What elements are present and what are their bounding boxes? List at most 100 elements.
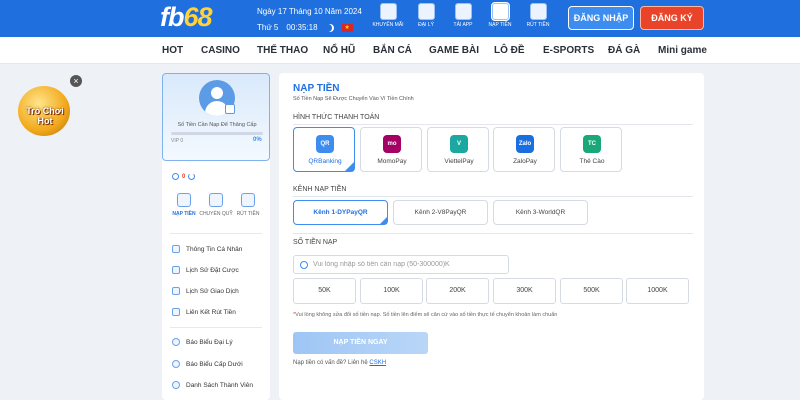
phone-icon [454,3,472,20]
chart-icon [172,360,180,368]
refresh-icon[interactable] [188,173,196,180]
sidebar-item-transaction-history[interactable]: Lịch Sử Giao Dịch [172,287,239,295]
channel-3[interactable]: Kênh 3-WorldQR [493,200,588,225]
close-icon[interactable]: × [70,75,82,87]
divider [170,233,262,234]
coin-icon [172,173,179,180]
help-text: Nạp tiền có vấn đề? Liên hệ CSKH [293,360,387,366]
wallet-icon [491,3,509,20]
nav-cockfighting[interactable]: ĐÁ GÀ [608,45,640,56]
method-scratch-card[interactable]: TC Thẻ Cào [560,127,622,172]
sidebar-item-member-list[interactable]: Danh Sách Thành Viên [172,381,253,389]
balance-value: 0 [182,173,186,180]
sidebar-item-bet-history[interactable]: Lịch Sử Đặt Cược [172,266,239,274]
login-button[interactable]: ĐĂNG NHẬP [568,6,634,30]
nav-esports[interactable]: E-SPORTS [543,45,594,56]
deposit-now-button[interactable]: NẠP TIỀN NGAY [293,332,428,354]
page-title: NẠP TIỀN [293,83,340,94]
quick-link-deposit[interactable]: NẠP TIỀN [483,3,517,28]
nav-mini-game[interactable]: Mini game [658,45,707,56]
preset-1000k[interactable]: 1000K [626,278,689,304]
quick-link-download-app[interactable]: TẢI APP [446,3,480,28]
vietnam-flag-icon[interactable]: ★ [341,23,353,32]
quick-link-agent[interactable]: ĐẠI LÝ [409,3,443,28]
preset-500k[interactable]: 500K [560,278,623,304]
vip-progress-bar [171,132,263,135]
nav-lottery[interactable]: LÔ ĐỀ [494,45,525,56]
sidebar-item-downline-report[interactable]: Báo Biểu Cấp Dưới [172,360,243,368]
gift-icon [379,3,397,20]
qr-icon: QR [316,135,334,153]
date-time-box: Ngày 17 Tháng 10 Năm 2024 Thứ 5 00:35:18… [257,5,362,34]
nav-slots[interactable]: NỔ HŨ [323,45,355,56]
card-icon [172,308,180,316]
amount-field[interactable] [293,255,509,274]
amount-input[interactable] [313,261,503,268]
method-viettelpay[interactable]: V ViettelPay [427,127,489,172]
quick-link-promotion[interactable]: KHUYẾN MÃI [371,3,405,28]
members-icon [172,381,180,389]
profile-card: Số Tiền Cần Nạp Để Thăng Cấp VIP 0 0% [162,73,270,161]
upgrade-requirement: Số Tiền Cần Nạp Để Thăng Cấp [177,122,257,128]
channel-1[interactable]: Kênh 1-DYPayQR [293,200,388,225]
sidebar-action-deposit[interactable]: NẠP TIỀN [166,193,202,217]
user-card-icon [172,245,180,253]
site-logo[interactable]: fb68 [160,2,213,33]
promo-label: Trò Chơi Hot [26,106,64,126]
main-nav: HOT CASINO THỂ THAO NỔ HŨ BẮN CÁ GAME BÀ… [0,37,800,64]
edit-icon[interactable] [225,104,235,114]
weekday: Thứ 5 [257,23,279,32]
sidebar-action-transfer[interactable]: CHUYỂN QUỸ [198,193,234,217]
method-qrbanking[interactable]: QR QRBanking [293,127,355,172]
nav-casino[interactable]: CASINO [201,45,240,56]
sidebar-item-withdraw-link[interactable]: Liên Kết Rút Tiền [172,308,236,316]
account-sidebar: Số Tiền Cần Nạp Để Thăng Cấp VIP 0 0% 0 … [162,73,270,400]
report-icon [172,338,180,346]
nav-fishing[interactable]: BẮN CÁ [373,45,412,56]
method-momopay[interactable]: mo mo MomoPay [360,127,422,172]
preset-50k[interactable]: 50K [293,278,356,304]
support-link[interactable]: CSKH [369,360,386,366]
balance-row: 0 [172,173,196,180]
withdraw-icon [241,193,255,207]
momo-logo-icon: mo mo [383,135,401,165]
vip-level: VIP 0 [171,138,184,144]
payment-method-label: HÌNH THỨC THANH TOÁN [293,114,380,121]
page-subtitle: Số Tiền Nạp Sẽ Được Chuyển Vào Ví Tiền C… [293,96,414,102]
scratch-card-icon: TC [583,135,601,153]
divider [293,233,693,234]
vip-progress-percent: 0% [253,137,262,143]
sidebar-action-withdraw[interactable]: RÚT TIỀN [230,193,266,217]
receipt-icon [172,287,180,295]
list-icon [172,266,180,274]
divider [293,124,693,125]
wallet-icon [177,193,191,207]
moon-icon[interactable] [326,24,334,32]
preset-100k[interactable]: 100K [360,278,423,304]
nav-sports[interactable]: THỂ THAO [257,45,308,56]
register-button[interactable]: ĐĂNG KÝ [640,6,704,30]
preset-200k[interactable]: 200K [426,278,489,304]
sidebar-item-profile[interactable]: Thông Tin Cá Nhân [172,245,242,253]
coin-icon [529,3,547,20]
channel-label: KÊNH NẠP TIỀN [293,186,347,193]
agent-icon [417,3,435,20]
top-header: fb68 Ngày 17 Tháng 10 Năm 2024 Thứ 5 00:… [0,0,800,37]
channel-2[interactable]: Kênh 2-V8PayQR [393,200,488,225]
viettelpay-logo-icon: V [450,135,468,153]
divider [293,196,693,197]
sidebar-item-agent-report[interactable]: Báo Biểu Đại Lý [172,338,233,346]
transfer-icon [209,193,223,207]
quick-link-withdraw[interactable]: RÚT TIỀN [521,3,555,28]
zalopay-logo-icon: Zalo [516,135,534,153]
divider [170,327,262,328]
deposit-panel: NẠP TIỀN Số Tiền Nạp Sẽ Được Chuyển Vào … [279,73,704,400]
amount-label: SỐ TIỀN NẠP [293,239,338,246]
preset-300k[interactable]: 300K [493,278,556,304]
nav-hot[interactable]: HOT [162,45,183,56]
method-zalopay[interactable]: Zalo ZaloPay [493,127,555,172]
hot-games-promo[interactable]: Trò Chơi Hot [14,80,76,142]
coin-icon [300,260,308,269]
nav-card-games[interactable]: GAME BÀI [429,45,479,56]
deposit-note: *Vui lòng không sửa đổi số tiền nạp. Số … [293,312,558,318]
